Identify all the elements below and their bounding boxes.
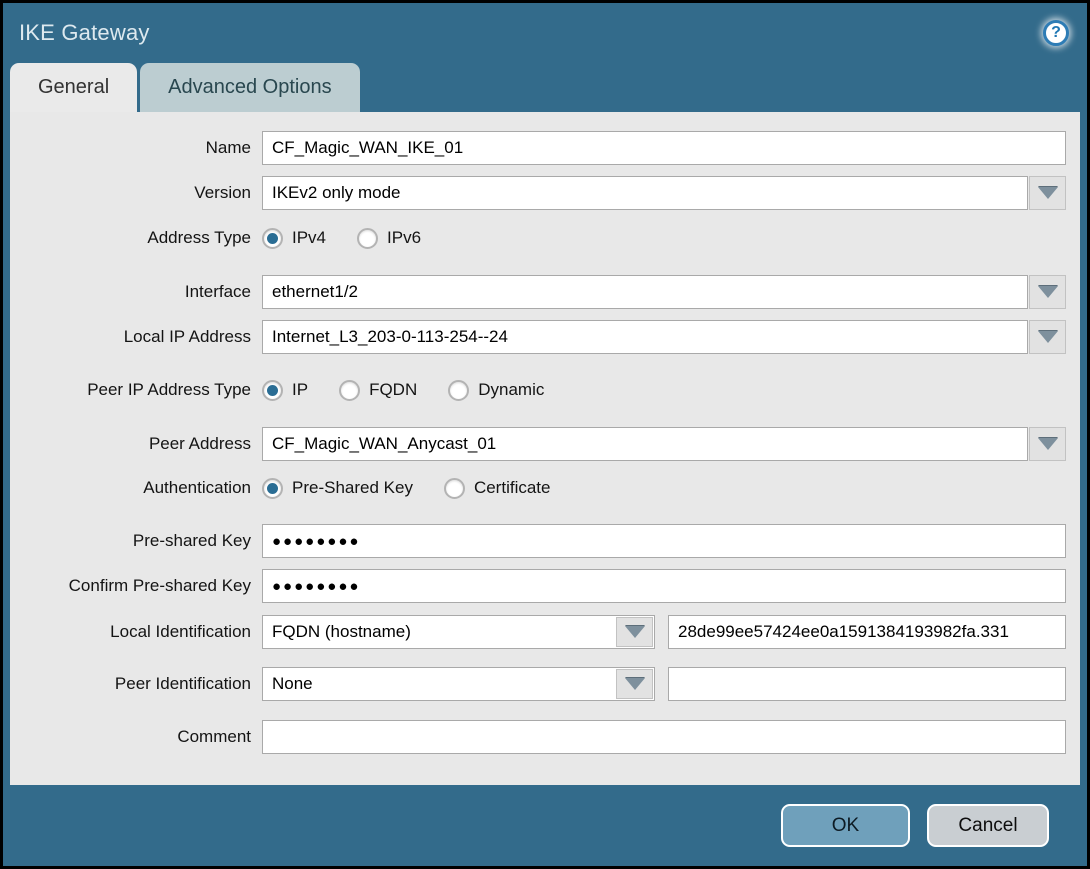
confirm-psk-row: Confirm Pre-shared Key [10,569,1080,603]
version-dropdown-button[interactable] [1029,176,1066,210]
peer-ip-type-radio-group: IP FQDN Dynamic [262,379,575,401]
peer-id-label: Peer Identification [114,674,251,693]
radio-fqdn-circle[interactable] [339,379,361,401]
psk-label: Pre-shared Key [132,531,251,550]
peer-address-label: Peer Address [148,434,251,453]
psk-input[interactable] [262,524,1066,558]
address-type-label: Address Type [147,228,251,247]
radio-pre-shared-key[interactable]: Pre-Shared Key [262,477,413,499]
radio-ip-circle[interactable] [262,379,283,401]
ike-gateway-dialog: IKE Gateway ? General Advanced Options N… [0,0,1090,869]
general-tab-panel: Name Version Address Type IPv4 IPv6 [10,112,1080,785]
tab-bar: General Advanced Options [3,63,1087,112]
local-ip-label: Local IP Address [123,327,251,346]
address-type-row: Address Type IPv4 IPv6 [10,224,1080,252]
dialog-footer: OK Cancel [3,785,1087,866]
radio-dynamic[interactable]: Dynamic [448,379,544,401]
local-id-type-input[interactable] [263,616,616,648]
local-id-label: Local Identification [110,622,251,641]
radio-dynamic-circle[interactable] [448,379,470,401]
peer-id-row: Peer Identification [10,667,1080,701]
ok-button[interactable]: OK [781,804,910,847]
local-ip-dropdown-button[interactable] [1029,320,1066,354]
peer-id-dropdown-button[interactable] [616,669,653,699]
peer-address-dropdown-button[interactable] [1029,427,1066,461]
tab-advanced-options[interactable]: Advanced Options [140,63,360,112]
address-type-radio-group: IPv4 IPv6 [262,227,452,249]
peer-id-type-combo [262,667,655,701]
local-id-value-input[interactable] [668,615,1066,649]
authentication-label: Authentication [143,478,251,497]
chevron-down-icon [624,678,645,690]
radio-fqdn[interactable]: FQDN [339,379,417,401]
radio-ipv6[interactable]: IPv6 [357,227,421,249]
chevron-down-icon [1037,187,1058,199]
version-select-input[interactable] [262,176,1028,210]
local-ip-row: Local IP Address [10,320,1080,354]
chevron-down-icon [1037,438,1058,450]
interface-dropdown-button[interactable] [1029,275,1066,309]
confirm-psk-label: Confirm Pre-shared Key [68,576,251,595]
chevron-down-icon [1037,331,1058,343]
name-row: Name [10,131,1080,165]
peer-address-row: Peer Address [10,427,1080,461]
interface-select-input[interactable] [262,275,1028,309]
psk-row: Pre-shared Key [10,524,1080,558]
local-ip-select-input[interactable] [262,320,1028,354]
local-id-dropdown-button[interactable] [616,617,653,647]
local-id-row: Local Identification [10,615,1080,649]
comment-label: Comment [177,727,251,746]
peer-address-select-input[interactable] [262,427,1028,461]
peer-ip-type-label: Peer IP Address Type [87,380,251,399]
peer-id-value-input[interactable] [668,667,1066,701]
name-label: Name [205,138,251,157]
confirm-psk-input[interactable] [262,569,1066,603]
dialog-titlebar: IKE Gateway ? [3,3,1087,63]
peer-ip-type-row: Peer IP Address Type IP FQDN Dynamic [10,376,1080,404]
radio-certificate[interactable]: Certificate [443,477,550,499]
radio-ip[interactable]: IP [262,379,308,401]
comment-input[interactable] [262,720,1066,754]
dialog-title: IKE Gateway [19,20,150,45]
help-icon[interactable]: ? [1043,20,1069,46]
cancel-button[interactable]: Cancel [927,804,1049,847]
name-input[interactable] [262,131,1066,165]
tab-general[interactable]: General [10,63,138,112]
chevron-down-icon [1037,286,1058,298]
radio-ipv4-circle[interactable] [262,227,283,249]
chevron-down-icon [624,626,645,638]
interface-row: Interface [10,275,1080,309]
version-row: Version [10,176,1080,210]
version-label: Version [194,183,251,202]
authentication-row: Authentication Pre-Shared Key Certificat… [10,474,1080,502]
peer-id-type-input[interactable] [263,668,616,700]
radio-certificate-circle[interactable] [443,477,465,499]
radio-ipv4[interactable]: IPv4 [262,227,326,249]
authentication-radio-group: Pre-Shared Key Certificate [262,477,581,499]
radio-ipv6-circle[interactable] [357,227,379,249]
radio-psk-circle[interactable] [262,477,283,499]
interface-label: Interface [184,282,251,301]
comment-row: Comment [10,720,1080,754]
local-id-type-combo [262,615,655,649]
